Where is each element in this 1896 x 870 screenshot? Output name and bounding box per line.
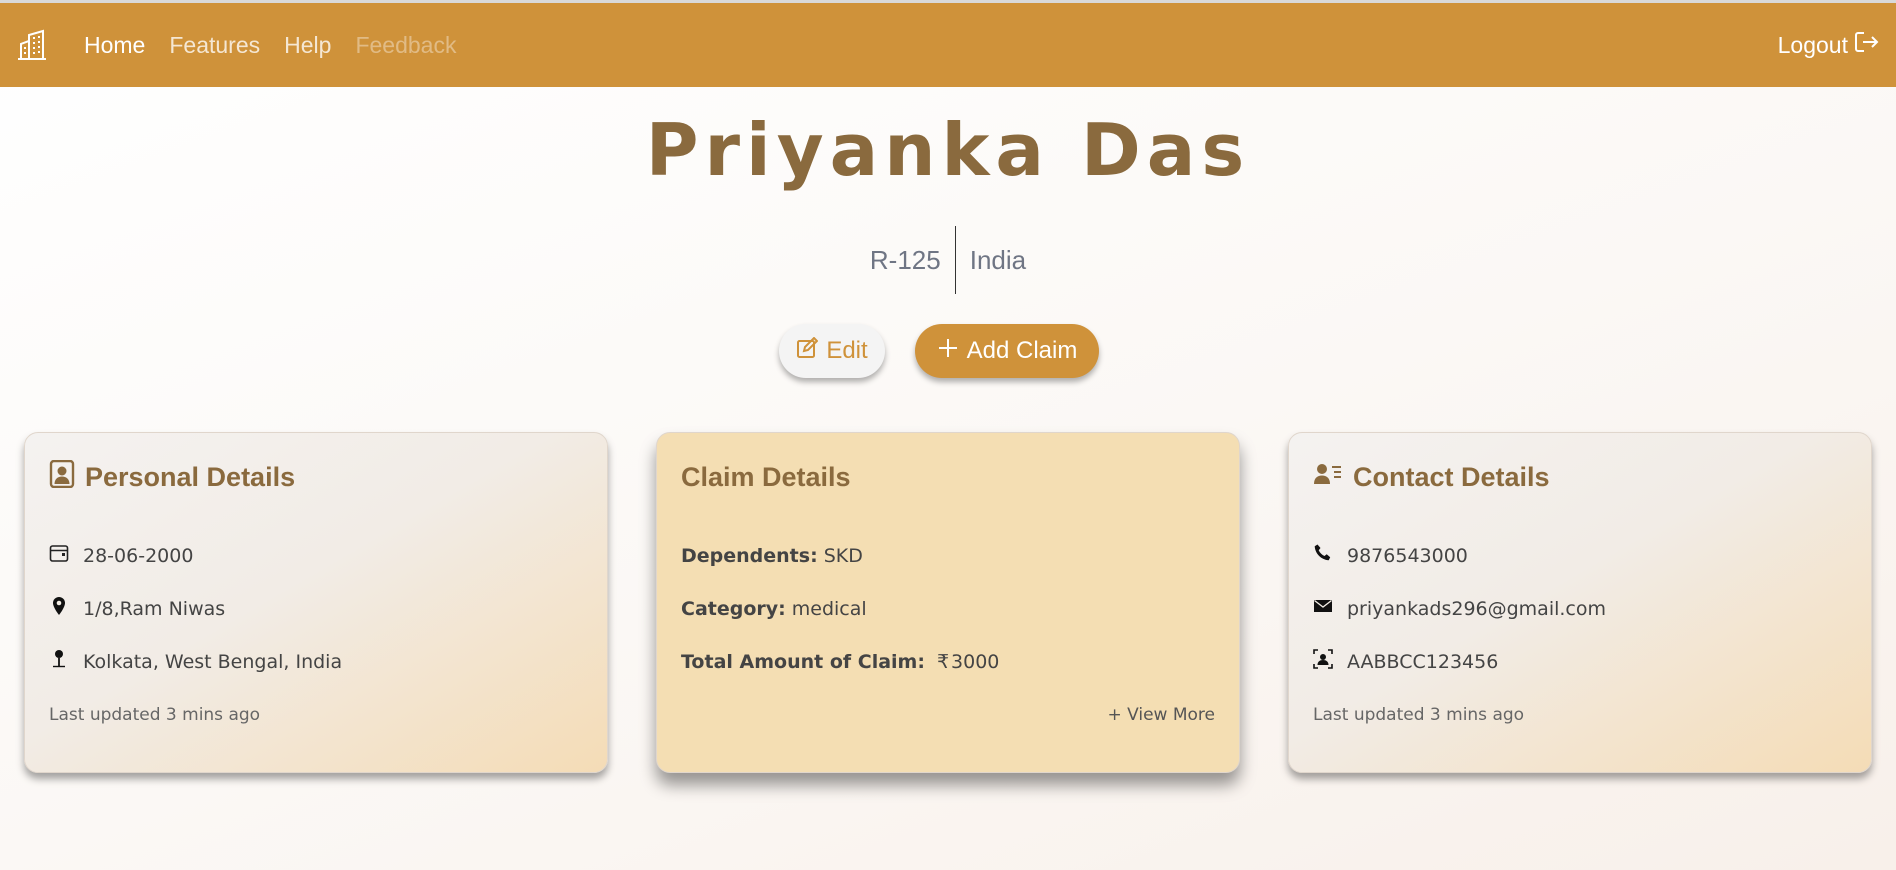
- map-pin-icon: [49, 596, 69, 621]
- location-row: Kolkata, West Bengal, India: [49, 635, 583, 688]
- email-row: priyankads296@gmail.com: [1313, 582, 1847, 635]
- personal-last-updated: Last updated 3 mins ago: [49, 704, 261, 725]
- logout-button[interactable]: Logout: [1778, 3, 1880, 87]
- contact-details-card: Contact Details 9876543000 priyankads296…: [1288, 432, 1872, 773]
- category-label: Category:: [681, 597, 786, 620]
- contact-card-icon: [1313, 460, 1343, 495]
- envelope-icon: [1313, 596, 1333, 621]
- building-icon[interactable]: [16, 29, 48, 61]
- category-row: Category: medical: [681, 582, 1215, 635]
- pan-value: AABBCC123456: [1347, 650, 1499, 673]
- claim-details-header: Claim Details: [681, 457, 1215, 497]
- nav-feedback: Feedback: [355, 31, 457, 58]
- nav-home[interactable]: Home: [84, 32, 145, 59]
- profile-meta: R-125 India: [0, 226, 1896, 294]
- phone-value: 9876543000: [1347, 544, 1468, 567]
- add-claim-button[interactable]: Add Claim: [915, 324, 1099, 378]
- category-value: medical: [791, 597, 867, 620]
- logout-label: Logout: [1777, 31, 1848, 58]
- total-amount-label: Total Amount of Claim:: [681, 650, 925, 673]
- dob-row: 28-06-2000: [49, 529, 583, 582]
- dependents-label: Dependents:: [681, 544, 818, 567]
- nav-help[interactable]: Help: [284, 32, 331, 59]
- contact-last-updated: Last updated 3 mins ago: [1313, 704, 1525, 725]
- edit-label: Edit: [826, 337, 868, 364]
- logout-icon: [1854, 30, 1880, 60]
- person-badge-icon: [1313, 649, 1333, 674]
- claim-details-card: Claim Details Dependents: SKD Category: …: [656, 432, 1240, 773]
- total-amount-row: Total Amount of Claim: ₹ 3000: [681, 635, 1215, 688]
- profile-name: Priyanka Das: [645, 108, 1251, 192]
- add-claim-label: Add Claim: [966, 337, 1078, 364]
- claim-details-title: Claim Details: [681, 461, 851, 492]
- contact-details-header: Contact Details: [1313, 457, 1847, 497]
- profile-id: R-125: [869, 244, 941, 275]
- dependents-row: Dependents: SKD: [681, 529, 1215, 582]
- profile-actions: Edit Add Claim: [0, 324, 1896, 378]
- edit-icon: [796, 336, 819, 366]
- personal-details-header: Personal Details: [49, 457, 583, 497]
- view-more-link[interactable]: + View More: [681, 688, 1215, 741]
- contact-details-title: Contact Details: [1353, 461, 1550, 492]
- calendar-icon: [49, 543, 69, 568]
- profile-country: India: [969, 244, 1027, 275]
- pan-row: AABBCC123456: [1313, 635, 1847, 688]
- nav-links: Home Features Help Feedback: [84, 3, 456, 87]
- meta-divider: [954, 226, 956, 294]
- address-row: 1/8,Ram Niwas: [49, 582, 583, 635]
- phone-row: 9876543000: [1313, 529, 1847, 582]
- total-amount-value: 3000: [951, 650, 1000, 673]
- personal-details-title: Personal Details: [85, 461, 296, 492]
- edit-button[interactable]: Edit: [779, 324, 885, 378]
- nav-features[interactable]: Features: [169, 32, 260, 59]
- navbar: Home Features Help Feedback Logout: [0, 3, 1896, 87]
- plus-icon: [937, 337, 959, 366]
- id-badge-icon: [49, 459, 75, 495]
- dependents-value: SKD: [823, 544, 863, 567]
- personal-details-card: Personal Details 28-06-2000 1/8,Ram Niwa…: [24, 432, 608, 773]
- location-value: Kolkata, West Bengal, India: [83, 650, 343, 673]
- rupee-icon: ₹: [936, 650, 950, 673]
- address-value: 1/8,Ram Niwas: [83, 597, 226, 620]
- geo-pin-icon: [49, 649, 69, 674]
- email-value: priyankads296@gmail.com: [1347, 597, 1607, 620]
- phone-icon: [1313, 543, 1333, 568]
- dob-value: 28-06-2000: [83, 544, 194, 567]
